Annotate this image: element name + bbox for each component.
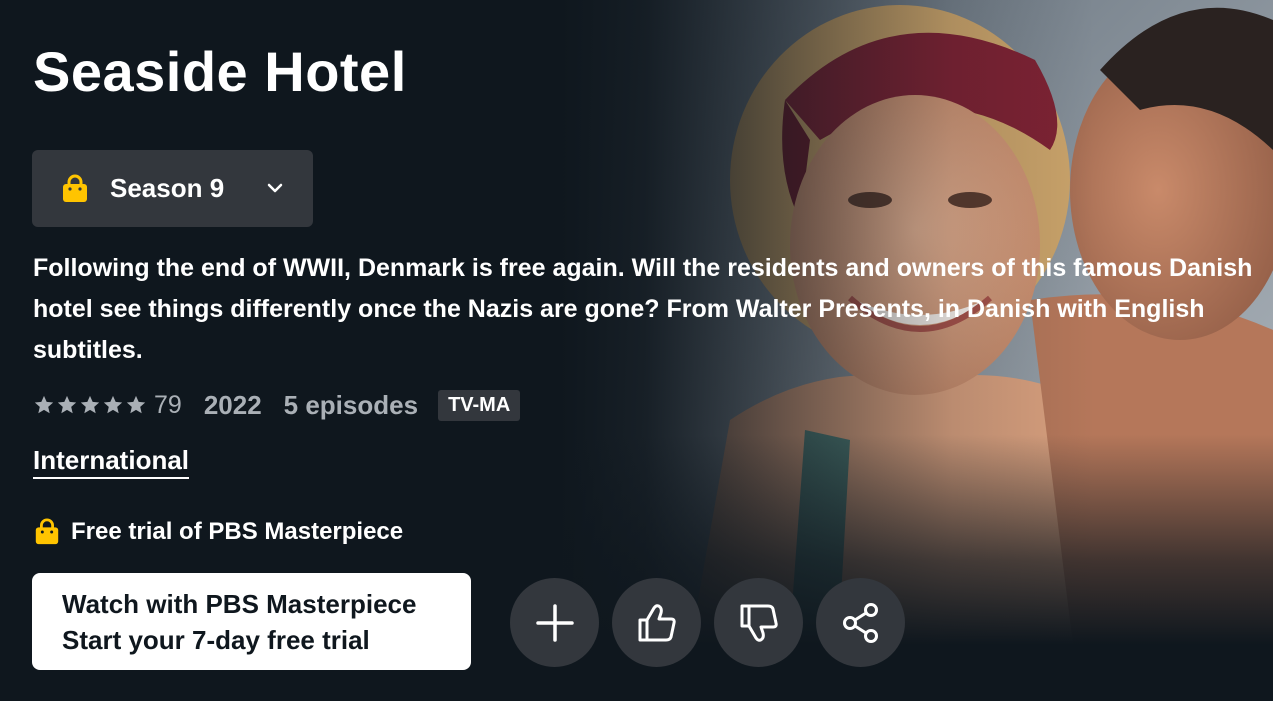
watch-button-title: Watch with PBS Masterpiece bbox=[62, 589, 417, 619]
thumbs-up-icon bbox=[638, 603, 676, 641]
like-button[interactable] bbox=[612, 578, 701, 667]
shopping-bag-icon bbox=[63, 174, 87, 202]
watch-button-subtitle: Start your 7-day free trial bbox=[62, 625, 370, 655]
shopping-bag-icon bbox=[35, 518, 59, 545]
episode-count: 5 episodes bbox=[283, 389, 419, 420]
share-button[interactable] bbox=[816, 578, 905, 667]
detail-page: Seaside Hotel Season 9 Following the end… bbox=[0, 0, 1273, 701]
plus-icon bbox=[535, 603, 574, 642]
rating-count[interactable]: 79 bbox=[154, 391, 182, 420]
thumbs-down-icon bbox=[740, 604, 778, 642]
star-icon bbox=[57, 395, 77, 414]
star-icon bbox=[80, 395, 100, 414]
trial-offer: Free trial of PBS Masterpiece bbox=[33, 518, 403, 546]
season-dropdown[interactable]: Season 9 bbox=[32, 150, 313, 227]
watch-with-pbs-button[interactable]: Watch with PBS Masterpiece Start your 7-… bbox=[32, 573, 471, 670]
trial-offer-text: Free trial of PBS Masterpiece bbox=[71, 518, 404, 545]
maturity-rating-badge: TV-MA bbox=[438, 389, 521, 421]
chevron-down-icon bbox=[267, 183, 283, 193]
star-icon bbox=[126, 395, 146, 414]
dislike-button[interactable] bbox=[714, 578, 803, 667]
synopsis: Following the end of WWII, Denmark is fr… bbox=[33, 254, 1253, 364]
star-rating bbox=[33, 394, 148, 416]
release-year: 2022 bbox=[203, 389, 262, 420]
add-to-watchlist-button[interactable] bbox=[510, 578, 599, 667]
genre-link[interactable]: International bbox=[33, 443, 190, 479]
share-icon bbox=[842, 602, 878, 643]
page-title: Seaside Hotel bbox=[33, 40, 407, 103]
star-icon bbox=[34, 395, 54, 414]
meta-row: 79 2022 5 episodes TV-MA bbox=[33, 385, 521, 425]
season-dropdown-label: Season 9 bbox=[110, 173, 225, 203]
star-icon bbox=[103, 395, 123, 414]
